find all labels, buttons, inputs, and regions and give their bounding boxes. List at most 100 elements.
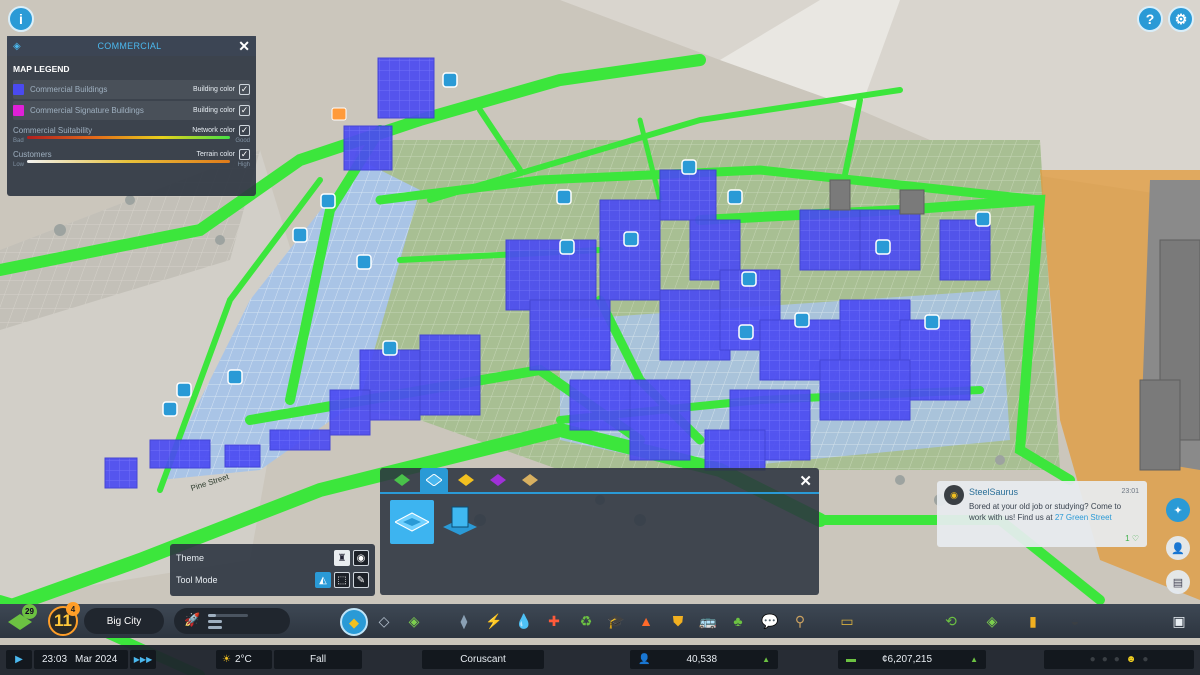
city-name-display[interactable]: Coruscant [422,650,544,669]
speed-button[interactable]: ▶▶▶ [130,650,156,669]
education-icon: 🎓 [607,613,625,629]
chirp-message: Bored at your old job or studying? Come … [969,502,1134,524]
legend-row-commercial-buildings: Commercial Buildings Building color ✓ [13,80,250,99]
development-tree-button[interactable]: 29 [8,604,37,634]
roads-tool-button[interactable]: ◇ [375,612,393,630]
commercial-zone-icon: ◈ [13,40,21,52]
money: ¢6,207,215 [882,654,933,665]
milestone-progress[interactable]: 🚀 [174,608,290,634]
help-button[interactable]: ? [1137,6,1163,32]
level-badge: 4 [66,602,80,616]
water-icon: 💧 [515,613,533,629]
parks-tool-button[interactable]: ♣ [729,612,747,630]
happiness-happy-icon: ☻ [1125,654,1137,665]
chirp-notification[interactable]: ◉ SteelSaurus 23:01 Bored at your old jo… [937,481,1147,547]
legend-close-button[interactable]: ✕ [238,38,250,55]
public-transport-tool-button[interactable]: 🚌 [699,612,717,630]
heart-icon: ♡ [1131,534,1139,543]
electricity-tool-button[interactable]: ⚡ [485,612,503,630]
money-display[interactable]: ▬ ¢6,207,215 ▲ [838,650,986,669]
budget-button[interactable]: ⟲ [942,612,960,630]
legend-checkbox[interactable]: ✓ [239,84,250,95]
date-time-display: 23:03 Mar 2024 [34,650,128,669]
steelsaurus-icon: ◉ [950,489,958,500]
progress-bar-3 [208,626,222,629]
legend-row-option: Building color [192,86,235,93]
tab-commercial-zone[interactable] [420,468,448,492]
tab-office-zone[interactable] [484,468,512,492]
zone-panel-close-button[interactable]: ✕ [799,472,812,490]
population: 40,538 [686,654,718,665]
bird-icon: ✦ [1173,504,1183,517]
legend-row-option: Building color [192,107,235,114]
healthcare-tool-button[interactable]: ✚ [545,612,563,630]
industrial-zone-icon [458,474,474,486]
zoning-tool-button[interactable]: ◆ [340,608,368,636]
gradient-option: Network color [192,126,235,134]
chirp-username[interactable]: SteelSaurus [969,487,1018,497]
fill-tool-icon[interactable]: ◭ [315,572,331,588]
theme-european-icon[interactable]: ♜ [334,550,350,566]
theme-american-icon[interactable]: ◉ [353,550,369,566]
person-icon: 👤 [1171,542,1185,555]
commercial-zone-icon [426,474,442,486]
paint-tool-icon[interactable]: ✎ [353,572,369,588]
gradient-high-label: High [237,162,250,168]
city-name: Big City [106,615,142,627]
tab-residential-zone[interactable] [388,468,416,492]
tab-mixed-zone[interactable] [516,468,544,492]
play-button[interactable]: ▶ [6,650,32,669]
city-name-button[interactable]: Big City [84,608,164,634]
garbage-tool-button[interactable]: ♻ [577,612,595,630]
landscaping-tool-button[interactable]: ⚲ [791,612,809,630]
areas-tool-button[interactable]: ◈ [405,612,423,630]
sun-icon: ☀ [222,654,231,665]
marquee-tool-icon[interactable]: ⬚ [334,572,350,588]
citizens-button[interactable]: 👤 [1166,536,1190,560]
legend-title: COMMERCIAL [97,41,162,51]
signature-icon: ▭ [840,613,854,629]
commercial-low-density-item[interactable] [390,500,434,544]
chirp-address-link[interactable]: 27 Green Street [1055,513,1112,522]
info-icon: i [19,11,23,27]
education-tool-button[interactable]: 🎓 [607,612,625,630]
happiness-display[interactable]: ● ● ● ☻ ● [1044,650,1194,669]
legend-row-label: Commercial Buildings [30,85,108,94]
signature-buildings-swatch [13,105,24,116]
journal-button[interactable]: ▤ [1166,570,1190,594]
water-tool-button[interactable]: 💧 [515,612,533,630]
customers-gradient-bar [27,160,230,163]
legend-checkbox[interactable]: ✓ [239,105,250,116]
gradient-option: Terrain color [196,150,235,158]
population-display[interactable]: 👤 40,538 ▲ [630,650,778,669]
commercial-high-density-item[interactable] [438,500,482,544]
advisor-icon: ◒ [1070,613,1080,629]
info-button[interactable]: i [8,6,34,32]
tab-industrial-zone[interactable] [452,468,480,492]
help-icon: ? [1145,11,1155,27]
gradient-low-label: Bad [13,138,24,144]
status-city-name: Coruscant [460,654,506,665]
police-tool-button[interactable]: ⛊ [669,612,687,630]
transport-tool-button[interactable]: ⧫ [455,612,473,630]
map-button[interactable]: ◈ [983,612,1001,630]
areas-icon: ◈ [408,613,420,629]
communications-tool-button[interactable]: 💬 [761,612,779,630]
advisor-button[interactable]: ◒ [1066,612,1084,630]
legend-checkbox[interactable]: ✓ [239,124,250,136]
gradient-high-label: Good [235,138,250,144]
tool-mode-row: Tool Mode ◭ ⬚ ✎ [170,569,375,591]
settings-button[interactable]: ⚙ [1168,6,1194,32]
legend-section-title: MAP LEGEND [13,64,70,74]
signature-tool-button[interactable]: ▭ [838,612,856,630]
legend-checkbox[interactable]: ✓ [239,148,250,160]
stats-button[interactable]: ▮ [1024,612,1042,630]
progress-fill-1 [208,614,216,617]
chirp-likes[interactable]: 1 ♡ [1125,534,1139,543]
chirper-button[interactable]: ✦ [1166,498,1190,522]
gradient-label: Customers [13,149,52,159]
photo-mode-button[interactable]: ▣ [1170,612,1188,630]
fire-tool-button[interactable]: ▲ [637,612,655,630]
map-legend-panel: ◈ COMMERCIAL ✕ MAP LEGEND Commercial Bui… [7,36,256,196]
season-display: Fall [274,650,362,669]
